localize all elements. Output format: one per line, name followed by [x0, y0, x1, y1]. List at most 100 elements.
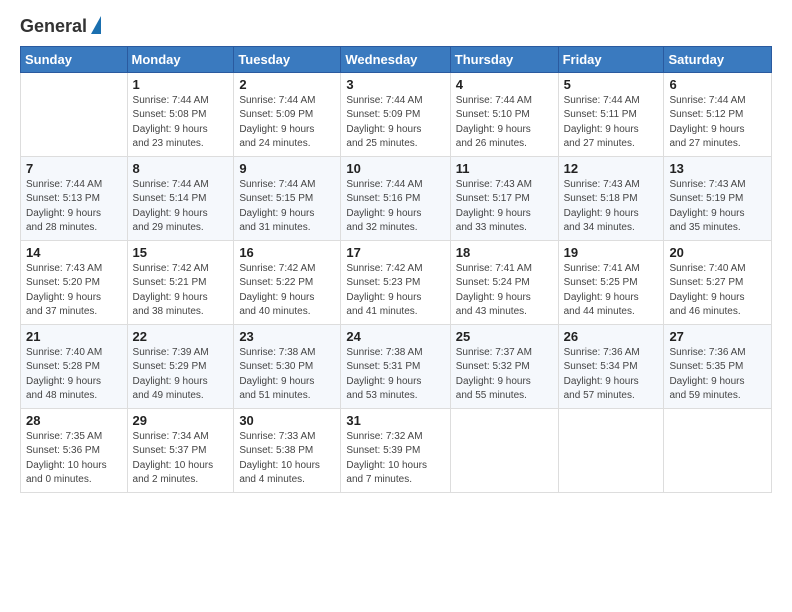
- day-info: Sunrise: 7:44 AM Sunset: 5:13 PM Dayligh…: [26, 178, 122, 236]
- logo-text: General: [20, 16, 101, 36]
- day-info: Sunrise: 7:43 AM Sunset: 5:17 PM Dayligh…: [456, 178, 553, 236]
- calendar-cell: 30 Sunrise: 7:33 AM Sunset: 5:38 PM Dayli…: [234, 408, 341, 492]
- calendar-header: SundayMondayTuesdayWednesdayThursdayFrid…: [21, 46, 772, 72]
- day-info: Sunrise: 7:38 AM Sunset: 5:31 PM Dayligh…: [346, 346, 444, 404]
- day-info: Sunrise: 7:36 AM Sunset: 5:35 PM Dayligh…: [669, 346, 766, 404]
- week-row-3: 21 Sunrise: 7:40 AM Sunset: 5:28 PM Dayli…: [21, 324, 772, 408]
- calendar-cell: 24 Sunrise: 7:38 AM Sunset: 5:31 PM Dayli…: [341, 324, 450, 408]
- calendar-cell: 20Sunrise: 7:40 AM Sunset: 5:27 PM Dayli…: [664, 240, 772, 324]
- day-number: 27: [669, 329, 766, 344]
- weekday-monday: Monday: [127, 46, 234, 72]
- day-info: Sunrise: 7:41 AM Sunset: 5:24 PM Dayligh…: [456, 262, 553, 320]
- day-number: 21: [26, 329, 122, 344]
- calendar-cell: 6Sunrise: 7:44 AM Sunset: 5:12 PM Daylig…: [664, 72, 772, 156]
- day-info: Sunrise: 7:42 AM Sunset: 5:21 PM Dayligh…: [133, 262, 229, 320]
- calendar-cell: 31 Sunrise: 7:32 AM Sunset: 5:39 PM Dayli…: [341, 408, 450, 492]
- calendar-cell: 18Sunrise: 7:41 AM Sunset: 5:24 PM Dayli…: [450, 240, 558, 324]
- calendar-cell: 16 Sunrise: 7:42 AM Sunset: 5:22 PM Dayli…: [234, 240, 341, 324]
- day-number: 22: [133, 329, 229, 344]
- day-info: Sunrise: 7:44 AM Sunset: 5:14 PM Dayligh…: [133, 178, 229, 236]
- calendar-cell: 11 Sunrise: 7:43 AM Sunset: 5:17 PM Dayli…: [450, 156, 558, 240]
- calendar-cell: 12Sunrise: 7:43 AM Sunset: 5:18 PM Dayli…: [558, 156, 664, 240]
- calendar-cell: 7Sunrise: 7:44 AM Sunset: 5:13 PM Daylig…: [21, 156, 128, 240]
- day-info: Sunrise: 7:44 AM Sunset: 5:16 PM Dayligh…: [346, 178, 444, 236]
- day-info: Sunrise: 7:41 AM Sunset: 5:25 PM Dayligh…: [564, 262, 659, 320]
- calendar-cell: [21, 72, 128, 156]
- day-info: Sunrise: 7:34 AM Sunset: 5:37 PM Dayligh…: [133, 430, 229, 488]
- day-info: Sunrise: 7:44 AM Sunset: 5:08 PM Dayligh…: [133, 94, 229, 152]
- day-number: 4: [456, 77, 553, 92]
- day-info: Sunrise: 7:43 AM Sunset: 5:20 PM Dayligh…: [26, 262, 122, 320]
- week-row-4: 28 Sunrise: 7:35 AM Sunset: 5:36 PM Dayli…: [21, 408, 772, 492]
- day-number: 28: [26, 413, 122, 428]
- calendar-cell: 13 Sunrise: 7:43 AM Sunset: 5:19 PM Dayli…: [664, 156, 772, 240]
- logo: General: [20, 16, 101, 36]
- day-number: 25: [456, 329, 553, 344]
- day-number: 3: [346, 77, 444, 92]
- weekday-sunday: Sunday: [21, 46, 128, 72]
- calendar-body: 1 Sunrise: 7:44 AM Sunset: 5:08 PM Daylig…: [21, 72, 772, 492]
- day-info: Sunrise: 7:32 AM Sunset: 5:39 PM Dayligh…: [346, 430, 444, 488]
- weekday-tuesday: Tuesday: [234, 46, 341, 72]
- calendar-cell: 17 Sunrise: 7:42 AM Sunset: 5:23 PM Dayli…: [341, 240, 450, 324]
- day-info: Sunrise: 7:42 AM Sunset: 5:22 PM Dayligh…: [239, 262, 335, 320]
- day-info: Sunrise: 7:39 AM Sunset: 5:29 PM Dayligh…: [133, 346, 229, 404]
- weekday-saturday: Saturday: [664, 46, 772, 72]
- calendar: SundayMondayTuesdayWednesdayThursdayFrid…: [20, 46, 772, 493]
- day-number: 17: [346, 245, 444, 260]
- day-info: Sunrise: 7:43 AM Sunset: 5:19 PM Dayligh…: [669, 178, 766, 236]
- day-number: 9: [239, 161, 335, 176]
- calendar-cell: 10Sunrise: 7:44 AM Sunset: 5:16 PM Dayli…: [341, 156, 450, 240]
- day-info: Sunrise: 7:35 AM Sunset: 5:36 PM Dayligh…: [26, 430, 122, 488]
- header: General: [20, 16, 772, 36]
- day-number: 16: [239, 245, 335, 260]
- day-number: 15: [133, 245, 229, 260]
- calendar-cell: 2 Sunrise: 7:44 AM Sunset: 5:09 PM Daylig…: [234, 72, 341, 156]
- day-number: 12: [564, 161, 659, 176]
- day-number: 20: [669, 245, 766, 260]
- calendar-cell: 27 Sunrise: 7:36 AM Sunset: 5:35 PM Dayli…: [664, 324, 772, 408]
- logo-general: General: [20, 16, 87, 38]
- day-number: 24: [346, 329, 444, 344]
- day-number: 29: [133, 413, 229, 428]
- day-info: Sunrise: 7:44 AM Sunset: 5:09 PM Dayligh…: [239, 94, 335, 152]
- day-info: Sunrise: 7:36 AM Sunset: 5:34 PM Dayligh…: [564, 346, 659, 404]
- calendar-cell: [664, 408, 772, 492]
- day-info: Sunrise: 7:40 AM Sunset: 5:28 PM Dayligh…: [26, 346, 122, 404]
- day-number: 31: [346, 413, 444, 428]
- calendar-cell: 26Sunrise: 7:36 AM Sunset: 5:34 PM Dayli…: [558, 324, 664, 408]
- calendar-cell: [450, 408, 558, 492]
- day-info: Sunrise: 7:38 AM Sunset: 5:30 PM Dayligh…: [239, 346, 335, 404]
- weekday-thursday: Thursday: [450, 46, 558, 72]
- day-number: 11: [456, 161, 553, 176]
- calendar-cell: 22 Sunrise: 7:39 AM Sunset: 5:29 PM Dayli…: [127, 324, 234, 408]
- calendar-cell: 19Sunrise: 7:41 AM Sunset: 5:25 PM Dayli…: [558, 240, 664, 324]
- week-row-1: 7Sunrise: 7:44 AM Sunset: 5:13 PM Daylig…: [21, 156, 772, 240]
- calendar-cell: 21 Sunrise: 7:40 AM Sunset: 5:28 PM Dayli…: [21, 324, 128, 408]
- day-number: 2: [239, 77, 335, 92]
- day-number: 13: [669, 161, 766, 176]
- day-info: Sunrise: 7:44 AM Sunset: 5:15 PM Dayligh…: [239, 178, 335, 236]
- calendar-cell: 15 Sunrise: 7:42 AM Sunset: 5:21 PM Dayli…: [127, 240, 234, 324]
- calendar-cell: 1 Sunrise: 7:44 AM Sunset: 5:08 PM Daylig…: [127, 72, 234, 156]
- week-row-2: 14 Sunrise: 7:43 AM Sunset: 5:20 PM Dayli…: [21, 240, 772, 324]
- calendar-cell: 23Sunrise: 7:38 AM Sunset: 5:30 PM Dayli…: [234, 324, 341, 408]
- calendar-cell: 9 Sunrise: 7:44 AM Sunset: 5:15 PM Daylig…: [234, 156, 341, 240]
- day-info: Sunrise: 7:44 AM Sunset: 5:11 PM Dayligh…: [564, 94, 659, 152]
- page: General SundayMondayTuesdayWednesdayThur…: [0, 0, 792, 503]
- day-info: Sunrise: 7:44 AM Sunset: 5:09 PM Dayligh…: [346, 94, 444, 152]
- weekday-row: SundayMondayTuesdayWednesdayThursdayFrid…: [21, 46, 772, 72]
- day-info: Sunrise: 7:33 AM Sunset: 5:38 PM Dayligh…: [239, 430, 335, 488]
- day-number: 14: [26, 245, 122, 260]
- calendar-cell: 3 Sunrise: 7:44 AM Sunset: 5:09 PM Daylig…: [341, 72, 450, 156]
- day-number: 30: [239, 413, 335, 428]
- calendar-cell: 28 Sunrise: 7:35 AM Sunset: 5:36 PM Dayli…: [21, 408, 128, 492]
- day-number: 1: [133, 77, 229, 92]
- day-info: Sunrise: 7:42 AM Sunset: 5:23 PM Dayligh…: [346, 262, 444, 320]
- day-info: Sunrise: 7:44 AM Sunset: 5:10 PM Dayligh…: [456, 94, 553, 152]
- calendar-cell: [558, 408, 664, 492]
- logo-triangle-icon: [91, 16, 101, 34]
- week-row-0: 1 Sunrise: 7:44 AM Sunset: 5:08 PM Daylig…: [21, 72, 772, 156]
- weekday-friday: Friday: [558, 46, 664, 72]
- calendar-cell: 8Sunrise: 7:44 AM Sunset: 5:14 PM Daylig…: [127, 156, 234, 240]
